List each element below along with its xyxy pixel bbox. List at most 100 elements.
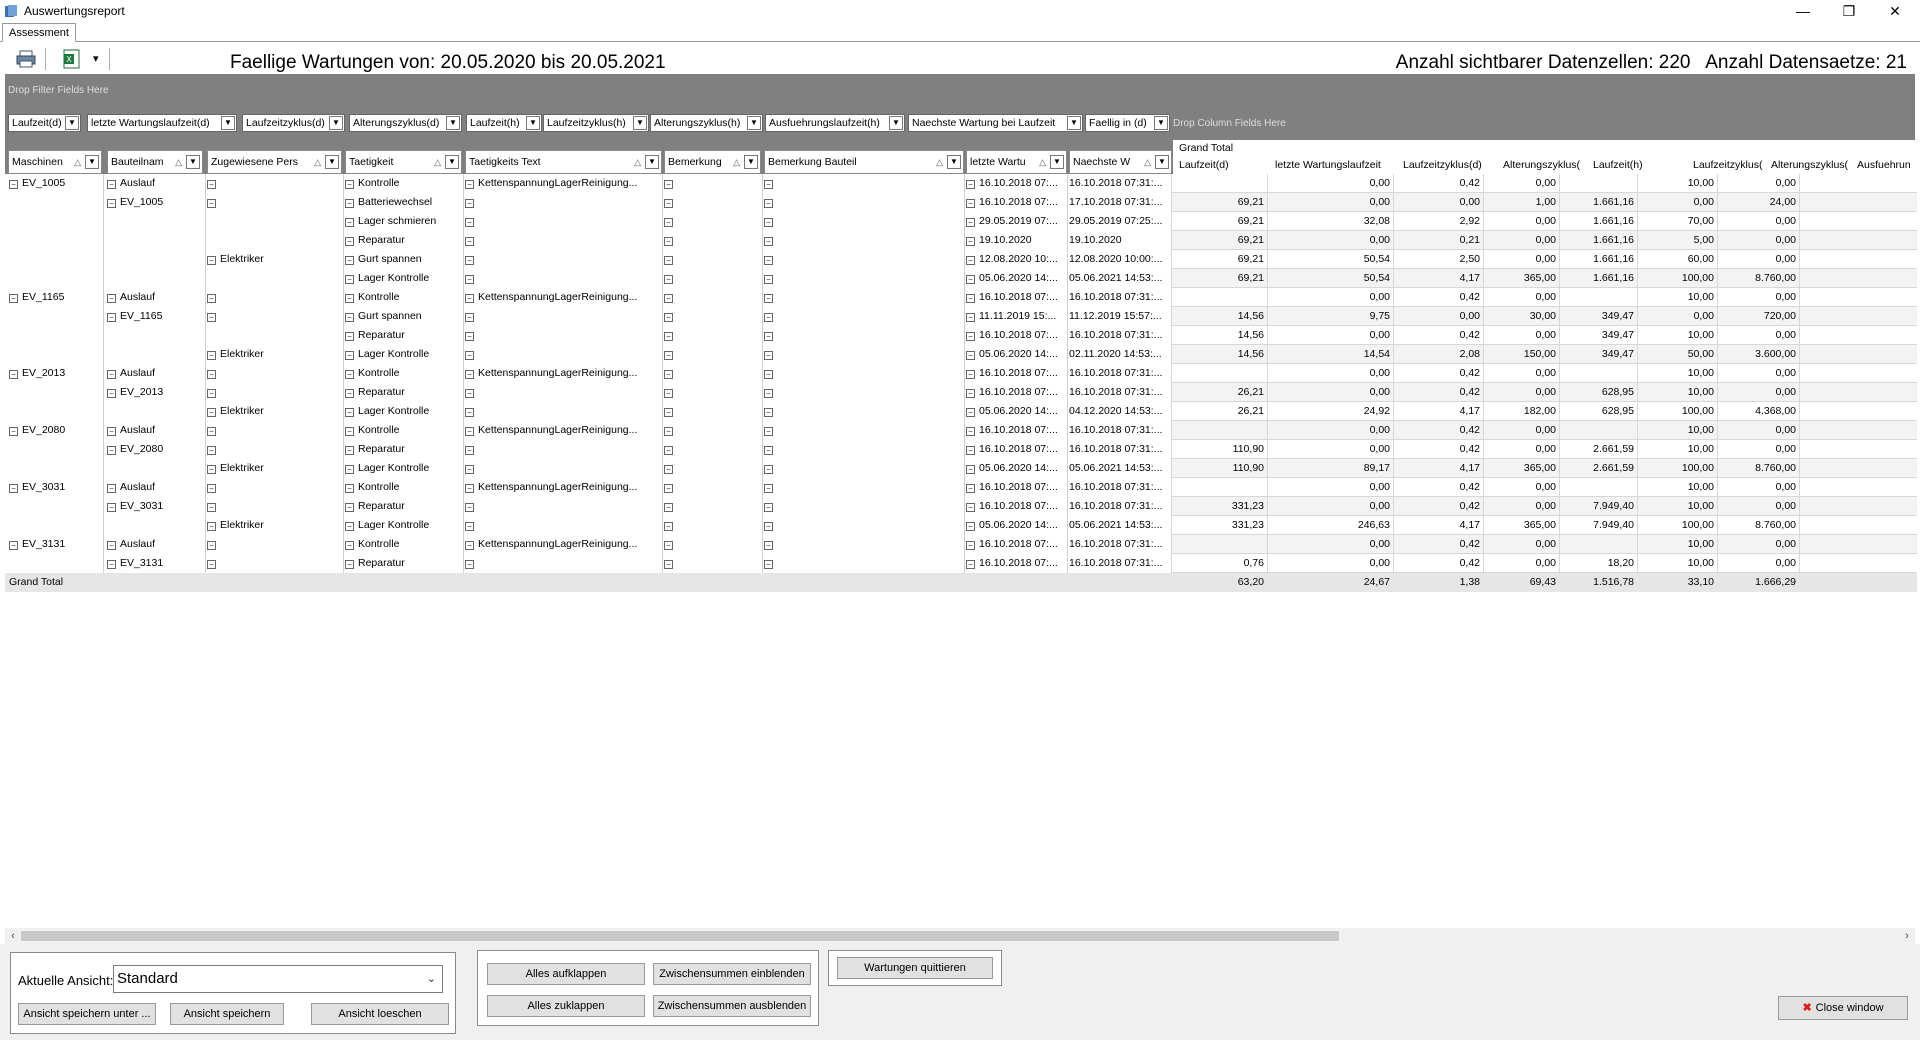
collapse-icon[interactable]: − [107,484,116,493]
collapse-icon[interactable]: − [207,389,216,398]
printer-icon[interactable] [15,48,37,70]
collapse-icon[interactable]: − [465,446,474,455]
collapse-icon[interactable]: − [465,541,474,550]
collapse-icon[interactable]: − [465,389,474,398]
collapse-icon[interactable]: − [664,332,673,341]
collapse-icon[interactable]: − [966,560,975,569]
collapse-icon[interactable]: − [764,503,773,512]
data-field-letzte-wartungslaufzeit[interactable]: letzte Wartungslaufzeit(d) ▼ [87,114,237,132]
data-field-ausfuehrungslaufzeit[interactable]: Ausfuehrungslaufzeit(h) ▼ [765,114,905,132]
data-field-alterungszyklus-h[interactable]: Alterungszyklus(h) ▼ [650,114,763,132]
collapse-icon[interactable]: − [207,351,216,360]
collapse-icon[interactable]: − [207,370,216,379]
chevron-down-icon[interactable]: ▼ [947,155,961,169]
data-field-laufzeitzyklus-h[interactable]: Laufzeitzyklus(h) ▼ [543,114,649,132]
collapse-icon[interactable]: − [664,465,673,474]
collapse-icon[interactable]: − [465,351,474,360]
collapse-icon[interactable]: − [107,427,116,436]
collapse-icon[interactable]: − [664,446,673,455]
collapse-icon[interactable]: − [764,427,773,436]
collapse-icon[interactable]: − [664,370,673,379]
collapse-icon[interactable]: − [764,446,773,455]
show-subtotals-button[interactable]: Zwischensummen einblenden [653,963,811,985]
collapse-icon[interactable]: − [345,370,354,379]
collapse-icon[interactable]: − [664,256,673,265]
row-field-naechste-wartung[interactable]: Naechste W △ ▼ [1069,150,1172,174]
collapse-icon[interactable]: − [966,427,975,436]
close-window-button[interactable]: ✕ [1872,0,1918,22]
collapse-icon[interactable]: − [345,465,354,474]
excel-export-icon[interactable]: X [61,48,83,70]
collapse-icon[interactable]: − [465,503,474,512]
collapse-icon[interactable]: − [345,237,354,246]
collapse-icon[interactable]: − [764,332,773,341]
collapse-icon[interactable]: − [107,199,116,208]
collapse-icon[interactable]: − [764,522,773,531]
collapse-icon[interactable]: − [107,294,116,303]
horizontal-scrollbar[interactable]: ‹ › [5,928,1915,944]
collapse-icon[interactable]: − [764,256,773,265]
collapse-icon[interactable]: − [345,313,354,322]
chevron-down-icon[interactable]: ▼ [889,116,903,130]
collapse-icon[interactable]: − [207,503,216,512]
collapse-icon[interactable]: − [107,503,116,512]
collapse-icon[interactable]: − [966,446,975,455]
chevron-down-icon[interactable]: ▼ [65,116,79,130]
collapse-icon[interactable]: − [664,503,673,512]
collapse-icon[interactable]: − [465,408,474,417]
row-field-bemerkung-bauteil[interactable]: Bemerkung Bauteil △ ▼ [764,150,964,174]
chevron-down-icon[interactable]: ▼ [633,116,647,130]
collapse-icon[interactable]: − [207,522,216,531]
collapse-icon[interactable]: − [966,484,975,493]
collapse-icon[interactable]: − [764,484,773,493]
chevron-down-icon[interactable]: ▼ [221,116,235,130]
collapse-icon[interactable]: − [207,294,216,303]
collapse-icon[interactable]: − [465,560,474,569]
collapse-icon[interactable]: − [966,503,975,512]
collapse-icon[interactable]: − [207,180,216,189]
collapse-icon[interactable]: − [764,408,773,417]
collapse-icon[interactable]: − [664,389,673,398]
collapse-icon[interactable]: − [764,465,773,474]
restore-button[interactable]: ❐ [1826,0,1872,22]
chevron-down-icon[interactable]: ▼ [1050,155,1064,169]
collapse-icon[interactable]: − [664,313,673,322]
chevron-down-icon[interactable]: ▼ [186,155,200,169]
row-field-letzte-wartung[interactable]: letzte Wartu △ ▼ [966,150,1067,174]
chevron-down-icon[interactable]: ▼ [1155,155,1169,169]
collapse-icon[interactable]: − [207,313,216,322]
data-field-alterungszyklus-d[interactable]: Alterungszyklus(d) ▼ [349,114,462,132]
collapse-icon[interactable]: − [9,427,18,436]
row-field-zugewiesene-person[interactable]: Zugewiesene Pers △ ▼ [207,150,342,174]
collapse-icon[interactable]: − [764,275,773,284]
scrollbar-thumb[interactable] [21,931,1339,941]
collapse-icon[interactable]: − [966,522,975,531]
column-drop-hint[interactable]: Drop Column Fields Here [1173,118,1286,129]
collapse-icon[interactable]: − [345,503,354,512]
chevron-down-icon[interactable]: ▼ [526,116,540,130]
collapse-icon[interactable]: − [764,370,773,379]
collapse-icon[interactable]: − [345,351,354,360]
save-view-as-button[interactable]: Ansicht speichern unter ... [18,1003,156,1025]
collapse-icon[interactable]: − [966,180,975,189]
chevron-down-icon[interactable]: ▼ [1154,116,1168,130]
collapse-icon[interactable]: − [107,180,116,189]
collapse-icon[interactable]: − [966,218,975,227]
collapse-icon[interactable]: − [345,522,354,531]
collapse-icon[interactable]: − [207,560,216,569]
collapse-icon[interactable]: − [764,389,773,398]
collapse-icon[interactable]: − [465,180,474,189]
chevron-down-icon[interactable]: ▼ [445,155,459,169]
close-window-footer-button[interactable]: ✖ Close window [1778,996,1908,1020]
collapse-icon[interactable]: − [664,351,673,360]
chevron-down-icon[interactable]: ▼ [329,116,343,130]
collapse-icon[interactable]: − [345,218,354,227]
collapse-icon[interactable]: − [345,541,354,550]
collapse-icon[interactable]: − [966,313,975,322]
collapse-icon[interactable]: − [345,389,354,398]
collapse-icon[interactable]: − [664,427,673,436]
collapse-icon[interactable]: − [664,294,673,303]
collapse-icon[interactable]: − [966,541,975,550]
scroll-left-icon[interactable]: ‹ [5,928,21,944]
collapse-icon[interactable]: − [966,275,975,284]
